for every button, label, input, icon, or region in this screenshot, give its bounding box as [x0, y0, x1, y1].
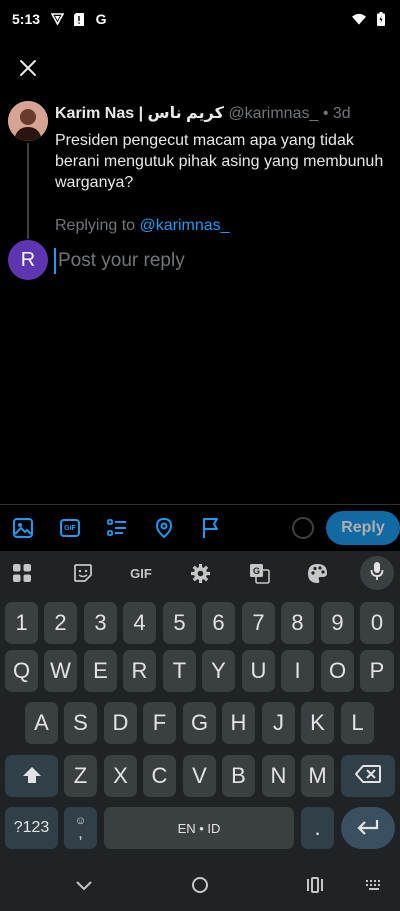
soft-keyboard: GIF G 1 2 3 4 5 6 7 8 9 0 Q W E R T Y U … [0, 551, 400, 863]
key-j[interactable]: J [262, 702, 295, 744]
nav-home-button[interactable] [189, 876, 211, 899]
backspace-key[interactable] [341, 755, 395, 797]
keyboard-toolbar: GIF G [0, 551, 400, 595]
key-d[interactable]: D [104, 702, 137, 744]
microphone-icon [370, 561, 384, 586]
home-circle-icon [191, 876, 209, 899]
key-0[interactable]: 0 [360, 602, 394, 644]
reply-button[interactable]: Reply [326, 511, 400, 545]
nav-back-button[interactable] [73, 877, 95, 897]
key-2[interactable]: 2 [44, 602, 77, 644]
tweet-age: • 3d [318, 105, 351, 122]
translate-icon[interactable]: G [247, 561, 271, 585]
replying-prefix: Replying to [55, 217, 140, 234]
status-icons-left: G [50, 11, 108, 27]
recents-icon [306, 876, 324, 898]
key-s[interactable]: S [64, 702, 97, 744]
comma-emoji-key[interactable]: ☺ , [64, 807, 97, 849]
key-3[interactable]: 3 [84, 602, 117, 644]
replying-to: Replying to @karimnas_ [55, 217, 230, 235]
reply-input[interactable] [54, 248, 384, 274]
voice-input-button[interactable] [360, 556, 394, 590]
key-p[interactable]: P [360, 650, 394, 692]
sticker-icon[interactable] [71, 561, 95, 585]
key-o[interactable]: O [321, 650, 354, 692]
key-b[interactable]: B [222, 755, 255, 797]
close-button[interactable] [14, 56, 42, 84]
key-g[interactable]: G [183, 702, 216, 744]
key-4[interactable]: 4 [123, 602, 156, 644]
key-m[interactable]: M [301, 755, 334, 797]
enter-key[interactable] [341, 807, 395, 849]
vpn-icon [50, 12, 64, 26]
wifi-icon [352, 12, 366, 26]
status-time: 5:13 [12, 11, 41, 27]
gif-label: GIF [64, 524, 76, 532]
status-icons-right [352, 12, 388, 26]
nav-recents-button[interactable] [304, 876, 326, 898]
author-handle[interactable]: @karimnas_ [228, 105, 318, 122]
key-a[interactable]: A [25, 702, 58, 744]
key-k[interactable]: K [301, 702, 334, 744]
key-r[interactable]: R [123, 650, 156, 692]
key-w[interactable]: W [44, 650, 77, 692]
keyboard-gif-button[interactable]: GIF [128, 561, 154, 585]
shift-icon [22, 763, 41, 789]
key-l[interactable]: L [341, 702, 374, 744]
space-bar[interactable]: EN • ID [104, 807, 294, 849]
shift-key[interactable] [5, 755, 58, 797]
poll-icon[interactable] [105, 516, 129, 540]
location-icon[interactable] [152, 516, 176, 540]
key-h[interactable]: H [222, 702, 255, 744]
key-u[interactable]: U [242, 650, 275, 692]
key-v[interactable]: V [183, 755, 216, 797]
key-x[interactable]: X [104, 755, 137, 797]
key-z[interactable]: Z [64, 755, 97, 797]
gif-icon[interactable]: GIF [58, 516, 82, 540]
theme-palette-icon[interactable] [305, 561, 329, 585]
key-e[interactable]: E [84, 650, 117, 692]
settings-gear-icon[interactable] [188, 561, 212, 585]
period-key[interactable]: . [301, 807, 334, 849]
keyboard-icon [365, 878, 383, 896]
key-8[interactable]: 8 [281, 602, 314, 644]
apps-grid-icon[interactable] [10, 561, 34, 585]
close-icon [19, 59, 37, 82]
backspace-icon [355, 763, 381, 789]
key-n[interactable]: N [262, 755, 295, 797]
author-avatar[interactable] [8, 101, 48, 141]
key-q[interactable]: Q [5, 650, 38, 692]
character-count-ring [292, 517, 314, 539]
key-5[interactable]: 5 [163, 602, 196, 644]
key-y[interactable]: Y [202, 650, 235, 692]
key-f[interactable]: F [143, 702, 176, 744]
key-6[interactable]: 6 [202, 602, 235, 644]
key-i[interactable]: I [281, 650, 314, 692]
sim-alert-icon [72, 12, 86, 26]
enter-icon [356, 815, 380, 841]
author-name[interactable]: Karim Nas | كريم ناس [55, 105, 224, 122]
user-avatar: R [8, 240, 48, 280]
tweet-header: Karim Nas | كريم ناس @karimnas_ • 3d [55, 103, 351, 123]
chevron-down-icon [76, 878, 92, 896]
key-1[interactable]: 1 [5, 602, 38, 644]
key-7[interactable]: 7 [242, 602, 275, 644]
flag-icon[interactable] [199, 516, 223, 540]
replying-handle-link[interactable]: @karimnas_ [140, 217, 230, 234]
system-navigation-bar [0, 863, 400, 911]
tweet-text: Presiden pengecut macam apa yang tidak b… [55, 132, 384, 191]
symbols-key[interactable]: ?123 [5, 807, 58, 849]
key-t[interactable]: T [163, 650, 196, 692]
image-icon[interactable] [11, 516, 35, 540]
svg-text:G: G [253, 566, 260, 576]
key-9[interactable]: 9 [321, 602, 354, 644]
comma-label: , [78, 824, 83, 842]
google-icon: G [95, 11, 107, 27]
battery-icon [374, 12, 388, 26]
thread-line [27, 143, 29, 239]
keyboard-switch-button[interactable] [363, 877, 385, 897]
key-c[interactable]: C [143, 755, 176, 797]
status-bar: 5:13 G [0, 0, 400, 38]
